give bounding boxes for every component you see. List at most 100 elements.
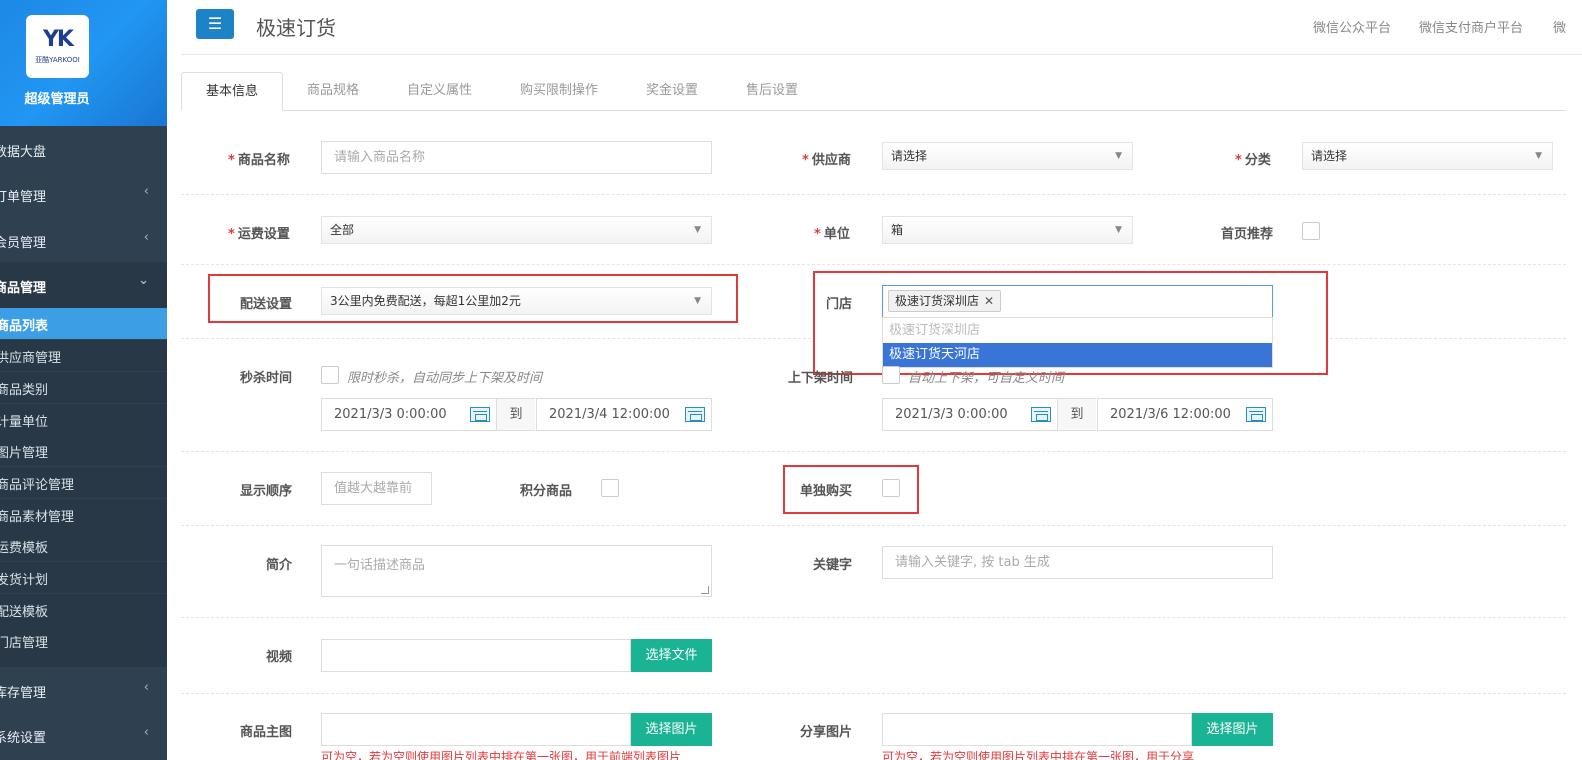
sidebar-item-members[interactable]: 会员管理 ‹ — [0, 217, 167, 263]
sidebar-subitem-label: 运费模板 — [0, 541, 49, 556]
sidebar-item-inventory[interactable]: 库存管理 ‹ — [0, 667, 167, 713]
choose-file-button[interactable]: 选择文件 — [631, 639, 712, 672]
user-role[interactable]: 超级管理员 — [0, 88, 114, 107]
calendar-icon[interactable] — [1031, 407, 1051, 422]
flash-sale-checkbox[interactable] — [321, 366, 339, 384]
label-keyword: 关键字 — [813, 558, 853, 573]
label-store: 门店 — [826, 297, 853, 312]
label-delivery: 配送设置 — [240, 297, 293, 312]
sidebar-brand: YK 亚酷YARKOOI 超级管理员 — [0, 0, 167, 126]
tab-spec[interactable]: 商品规格 — [283, 72, 383, 111]
sidebar-subitem-stores[interactable]: 门店管理 — [0, 625, 167, 667]
resize-grip-icon[interactable] — [701, 586, 709, 594]
single-buy-checkbox[interactable] — [882, 479, 900, 497]
menu-toggle-button[interactable]: ☰ — [196, 9, 234, 39]
link-wechat-pay[interactable]: 微信支付商户平台 — [1419, 17, 1523, 36]
sidebar-subitem-label: 商品列表 — [0, 319, 49, 334]
label-supplier: * 供应商 — [802, 153, 851, 168]
home-recommend-checkbox[interactable] — [1302, 222, 1320, 240]
delivery-select[interactable]: 3公里内免费配送，每超1公里加2元 ▼ — [321, 287, 712, 315]
store-option-highlighted[interactable]: 极速订货天河店 — [883, 343, 1272, 367]
sidebar-item-label: 商品管理 — [0, 281, 47, 296]
category-select[interactable]: 请选择 ▼ — [1302, 142, 1553, 170]
tab-purchase-limit[interactable]: 购买限制操作 — [496, 72, 622, 111]
choose-share-image-button[interactable]: 选择图片 — [1192, 713, 1273, 746]
tab-custom-attr[interactable]: 自定义属性 — [383, 72, 496, 111]
label-category: * 分类 — [1235, 153, 1271, 168]
logo-mark: YK — [43, 27, 74, 52]
sidebar-subitem-suppliers[interactable]: 供应商管理 — [0, 340, 167, 371]
sidebar-item-label: 系统设置 — [0, 731, 47, 746]
shelf-start-date[interactable]: 2021/3/3 0:00:00 — [882, 398, 1058, 431]
chevron-left-icon: ‹ — [143, 725, 149, 740]
display-order-input[interactable]: 值越大越靠前 — [321, 472, 432, 505]
sidebar-subitem-label: 门店管理 — [0, 636, 49, 651]
sidebar-subitem-images[interactable]: 图片管理 — [0, 435, 167, 466]
intro-textarea[interactable]: 一句话描述商品 — [321, 545, 712, 597]
label-unit: * 单位 — [814, 227, 850, 242]
calendar-icon[interactable] — [470, 407, 490, 422]
sidebar-item-label: 会员管理 — [0, 236, 47, 251]
label-shelf-time: 上下架时间 — [788, 371, 854, 386]
remove-tag-icon[interactable]: ✕ — [984, 294, 994, 308]
sidebar-item-products[interactable]: 商品管理 ⌄ — [0, 262, 167, 308]
calendar-icon[interactable] — [1246, 407, 1266, 422]
share-image-input[interactable] — [882, 713, 1192, 746]
store-option-disabled: 极速订货深圳店 — [889, 323, 981, 338]
sidebar-item-settings[interactable]: 系统设置 ‹ — [0, 712, 167, 758]
points-product-checkbox[interactable] — [601, 479, 619, 497]
row-divider — [181, 338, 811, 339]
sidebar-subitem-label: 发货计划 — [0, 573, 49, 588]
shelf-time-checkbox[interactable] — [882, 366, 900, 384]
row-divider — [181, 617, 1566, 618]
shelf-end-date[interactable]: 2021/3/6 12:00:00 — [1097, 398, 1273, 431]
label-main-image: 商品主图 — [240, 725, 293, 740]
tab-after-sale[interactable]: 售后设置 — [722, 72, 822, 111]
row-divider — [181, 693, 1566, 694]
keyword-input[interactable]: 请输入关键字, 按 tab 生成 — [882, 546, 1273, 579]
label-home-recommend: 首页推荐 — [1221, 227, 1274, 242]
sidebar-subitem-shipping-plan[interactable]: 发货计划 — [0, 562, 167, 593]
label-video: 视频 — [266, 650, 293, 665]
calendar-icon[interactable] — [685, 407, 705, 422]
shelf-time-hint: 自动上下架，可自定义时间 — [908, 371, 1065, 386]
supplier-select[interactable]: 请选择 ▼ — [882, 142, 1133, 170]
sidebar-item-label: 数据大盘 — [0, 145, 47, 160]
caret-down-icon: ▼ — [1115, 151, 1122, 161]
store-dropdown: 极速订货深圳店 极速订货天河店 — [882, 317, 1273, 368]
label-points-product: 积分商品 — [520, 484, 573, 499]
choose-main-image-button[interactable]: 选择图片 — [631, 713, 712, 746]
link-wechat-more[interactable]: 微 — [1553, 17, 1566, 36]
tab-bonus[interactable]: 奖金设置 — [622, 72, 722, 111]
header-divider — [181, 54, 1582, 55]
sidebar-subitem-label: 商品评论管理 — [0, 478, 75, 493]
sidebar-subitem-reviews[interactable]: 商品评论管理 — [0, 467, 167, 498]
label-intro: 简介 — [266, 558, 293, 573]
product-name-input[interactable]: 请输入商品名称 — [321, 141, 712, 174]
sidebar-subitem-label: 商品素材管理 — [0, 510, 75, 525]
label-single-buy: 单独购买 — [800, 484, 853, 499]
sidebar-item-dashboard[interactable]: 数据大盘 — [0, 126, 167, 172]
sidebar-subitem-product-list[interactable]: 商品列表 — [0, 308, 167, 339]
sidebar-subitem-materials[interactable]: 商品素材管理 — [0, 499, 167, 530]
flash-end-date[interactable]: 2021/3/4 12:00:00 — [536, 398, 712, 431]
store-tag[interactable]: 极速订货深圳店 ✕ — [888, 290, 1002, 312]
sidebar-subitem-units[interactable]: 计量单位 — [0, 404, 167, 435]
sidebar-subitem-categories[interactable]: 商品类别 — [0, 372, 167, 403]
link-wechat-mp[interactable]: 微信公众平台 — [1313, 17, 1391, 36]
freight-select[interactable]: 全部 ▼ — [321, 216, 712, 244]
sidebar-item-orders[interactable]: 订单管理 ‹ — [0, 171, 167, 217]
label-share-image: 分享图片 — [800, 725, 853, 740]
video-file-input[interactable] — [321, 639, 631, 672]
unit-select[interactable]: 箱 ▼ — [882, 216, 1133, 244]
sidebar-subitem-delivery-template[interactable]: 配送模板 — [0, 594, 167, 625]
flash-start-date[interactable]: 2021/3/3 0:00:00 — [321, 398, 497, 431]
sidebar-subitem-label: 供应商管理 — [0, 351, 62, 366]
sidebar-subitem-freight[interactable]: 运费模板 — [0, 530, 167, 561]
sidebar: YK 亚酷YARKOOI 超级管理员 数据大盘 订单管理 ‹ 会员管理 ‹ 商品… — [0, 0, 167, 760]
tab-basic-info[interactable]: 基本信息 — [181, 72, 284, 111]
label-freight: * 运费设置 — [228, 227, 290, 242]
main-image-input[interactable] — [321, 713, 631, 746]
row-divider — [181, 525, 1566, 526]
label-product-name: * 商品名称 — [228, 153, 290, 168]
